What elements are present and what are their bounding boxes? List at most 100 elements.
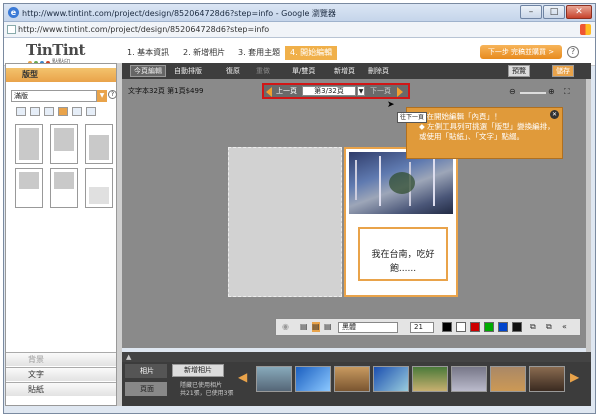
fullscreen-icon[interactable]: ⛶ (564, 87, 570, 97)
minimize-icon[interactable]: – (520, 5, 542, 19)
align-right-icon[interactable]: ▤ (324, 322, 332, 332)
prev-page-link[interactable]: 上一頁 (276, 86, 297, 96)
color-swatch[interactable] (484, 322, 494, 332)
collapse-arrow-icon[interactable]: ▲ (126, 352, 131, 362)
layout-select[interactable]: 滿版 (11, 90, 97, 102)
title-bar: e http://www.tintint.com/project/design/… (4, 4, 595, 22)
step-3[interactable]: 3. 套用主題 (233, 46, 285, 60)
tab-pages[interactable]: 頁面 (125, 382, 167, 396)
add-photo-button[interactable]: 新增相片 (172, 364, 224, 377)
sticker-tab[interactable]: 貼紙 (6, 382, 116, 396)
layout-thumbnail[interactable] (50, 124, 78, 164)
maximize-icon[interactable]: □ (543, 5, 565, 19)
zoom-out-icon[interactable]: ⊖ (509, 87, 516, 97)
settings-icon[interactable]: ◉ (282, 322, 289, 332)
step-4[interactable]: 4. 開始編輯 (285, 46, 338, 60)
next-step-button[interactable]: 下一步 完稿並購買 > (480, 45, 562, 59)
editor-canvas: 文字本32頁 第1頁$499 上一頁 第3/32頁 ▼ 下一頁 ⊖ ⊕ ⛶ 我在… (122, 79, 586, 348)
color-swatch[interactable] (442, 322, 452, 332)
book-info: 文字本32頁 第1頁$499 (128, 87, 204, 95)
window-title: http://www.tintint.com/project/design/85… (22, 9, 336, 18)
delete-page-button[interactable]: 刪除頁 (368, 66, 389, 76)
layout-thumbnail[interactable] (85, 168, 113, 208)
text-tab[interactable]: 文字 (6, 367, 116, 381)
photo-thumbnail[interactable] (529, 366, 565, 392)
color-swatch[interactable] (456, 322, 466, 332)
font-select[interactable]: 黑體 (338, 322, 398, 333)
right-page[interactable]: 我在台南，吃好飽...... (344, 147, 458, 297)
photo-tray: 相片 頁面 新增相片 隱藏已使用相片 共21張，已使用3張 ◀ ▶ (122, 362, 591, 406)
color-swatch[interactable] (512, 322, 522, 332)
chevron-down-icon[interactable]: ▼ (97, 90, 107, 102)
preview-button[interactable]: 預覽 (508, 65, 530, 77)
crop-icon[interactable]: ⧉ (530, 322, 536, 332)
scroll-right-icon[interactable]: ▶ (570, 371, 579, 383)
layout-option-icon[interactable] (16, 107, 26, 116)
align-center-icon[interactable]: ▤ (312, 322, 320, 332)
layout-option-icon[interactable] (44, 107, 54, 116)
guide-tooltip: 現在開始編輯「內頁」！ ◆ 左側工具列可挑選「版型」變換編排，或使用「貼紙」、「… (406, 107, 563, 159)
prev-arrow-icon[interactable] (266, 87, 272, 97)
photo-thumbnail[interactable] (412, 366, 448, 392)
tooltip-label: 往下一頁 (397, 112, 427, 123)
step-2[interactable]: 2. 新增相片 (178, 46, 230, 60)
page-edit-button[interactable]: 今頁編輯 (130, 65, 166, 77)
layout-option-icon[interactable] (72, 107, 82, 116)
photo-count-note: 隱藏已使用相片 共21張，已使用3張 (180, 382, 234, 397)
color-swatch[interactable] (498, 322, 508, 332)
photo-thumbnail[interactable] (295, 366, 331, 392)
tab-photos[interactable]: 相片 (125, 364, 167, 378)
font-size-select[interactable]: 21 (410, 322, 434, 333)
scroll-left-icon[interactable]: ◀ (238, 371, 247, 383)
browser-icon: e (8, 7, 19, 18)
collapse-icon[interactable]: « (562, 322, 567, 332)
app-header: TinTint 點點印 1. 基本資訊 2. 新增相片 3. 套用主題 4. 開… (4, 38, 595, 66)
single-double-page-button[interactable]: 單/雙頁 (292, 66, 315, 76)
layout-thumbnail[interactable] (50, 168, 78, 208)
photo-thumbnail[interactable] (256, 366, 292, 392)
close-icon[interactable]: ✕ (566, 5, 592, 19)
next-arrow-icon[interactable] (397, 87, 403, 97)
photo-thumbnail[interactable] (334, 366, 370, 392)
zoom-slider[interactable] (520, 92, 546, 94)
text-format-toolbar: ◉ ▤ ▤ ▤ 黑體 21 ⧉ ⧉ « (275, 318, 581, 336)
mouse-cursor-icon: ➤ (387, 100, 395, 110)
address-url[interactable]: http://www.tintint.com/project/design/85… (18, 25, 269, 34)
tooltip-text: 現在開始編輯「內頁」！ ◆ 左側工具列可挑選「版型」變換編排，或使用「貼紙」、「… (419, 112, 555, 141)
help-icon[interactable]: ? (567, 46, 579, 58)
layout-option-icon[interactable] (58, 107, 68, 116)
chevron-down-icon[interactable]: ▼ (357, 86, 365, 96)
layout-option-icon[interactable] (30, 107, 40, 116)
page-select[interactable]: 第3/32頁 (302, 86, 356, 96)
next-page-link[interactable]: 下一頁 (370, 86, 391, 96)
layout-thumbnail[interactable] (15, 124, 43, 164)
photo-thumbnail[interactable] (451, 366, 487, 392)
page-photo[interactable] (349, 152, 453, 214)
layout-thumbnail[interactable] (15, 168, 43, 208)
layout-option-icon[interactable] (86, 107, 96, 116)
caption-textbox[interactable]: 我在台南，吃好飽...... (358, 227, 448, 281)
redo-button[interactable]: 重做 (256, 66, 270, 76)
left-page[interactable] (228, 147, 342, 297)
extension-icon[interactable] (580, 24, 591, 35)
color-swatch[interactable] (470, 322, 480, 332)
copy-icon[interactable]: ⧉ (546, 322, 552, 332)
photo-thumbnail[interactable] (490, 366, 526, 392)
address-bar[interactable]: http://www.tintint.com/project/design/85… (4, 22, 595, 38)
auto-layout-button[interactable]: 自動排版 (174, 66, 202, 76)
zoom-in-icon[interactable]: ⊕ (548, 87, 555, 97)
photo-thumbnail[interactable] (373, 366, 409, 392)
layout-thumbnail[interactable] (85, 124, 113, 164)
undo-button[interactable]: 復原 (226, 66, 240, 76)
step-1[interactable]: 1. 基本資訊 (122, 46, 174, 60)
add-page-button[interactable]: 新增頁 (334, 66, 355, 76)
background-tab[interactable]: 背景 (6, 352, 116, 366)
save-button[interactable]: 儲存 (552, 65, 574, 77)
close-icon[interactable]: ✕ (550, 110, 559, 119)
edit-toolbar: 今頁編輯 自動排版 復原 重做 單/雙頁 新增頁 刪除頁 預覽 儲存 (122, 63, 591, 79)
vertical-scrollbar[interactable] (586, 79, 591, 352)
help-icon[interactable]: ? (108, 90, 117, 99)
tray-collapse-bar[interactable]: ▲ (122, 352, 591, 362)
layout-tab[interactable]: 版型 (6, 68, 116, 82)
align-left-icon[interactable]: ▤ (300, 322, 308, 332)
